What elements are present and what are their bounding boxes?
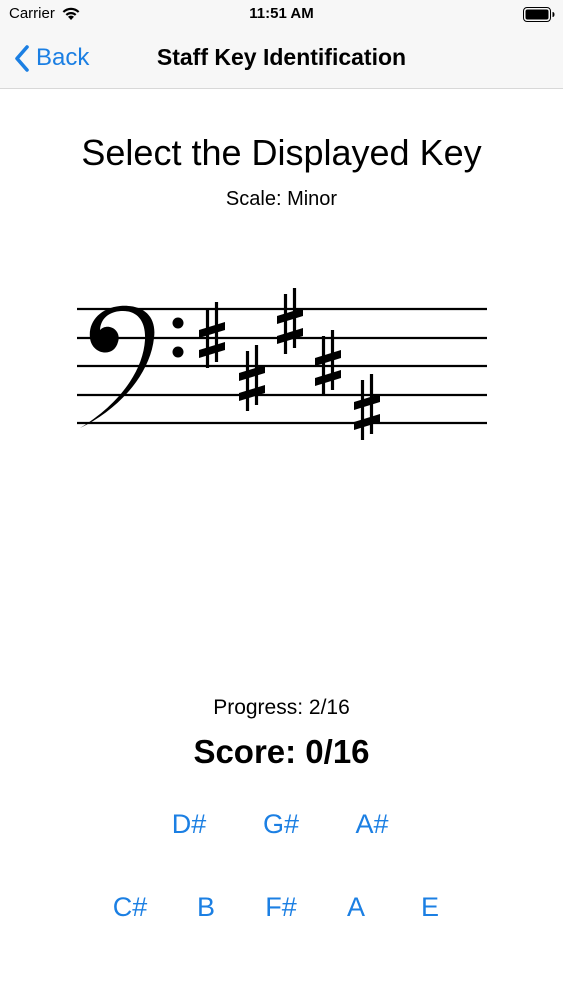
answer-button-d-sharp[interactable]: D# [172, 809, 207, 840]
progress-label: Progress: 2/16 [213, 696, 350, 719]
sharp-icon [352, 372, 382, 442]
answer-button-g-sharp[interactable]: G# [263, 809, 299, 840]
key-signature [197, 286, 382, 442]
score-label: Score: 0/16 [193, 733, 370, 770]
answer-button-e[interactable]: E [421, 892, 439, 923]
answer-button-c-sharp[interactable]: C# [113, 892, 148, 923]
answer-button-b[interactable]: B [197, 892, 215, 923]
sharp-icon [237, 343, 267, 413]
answer-button-f-sharp[interactable]: F# [265, 892, 297, 923]
staff-lines [77, 307, 487, 425]
sharp-icon [313, 328, 343, 398]
sharp-icon [275, 286, 305, 356]
sharp-icon [197, 300, 227, 370]
answer-button-a[interactable]: A [347, 892, 365, 923]
music-staff [77, 286, 487, 442]
answer-button-a-sharp[interactable]: A# [355, 809, 388, 840]
